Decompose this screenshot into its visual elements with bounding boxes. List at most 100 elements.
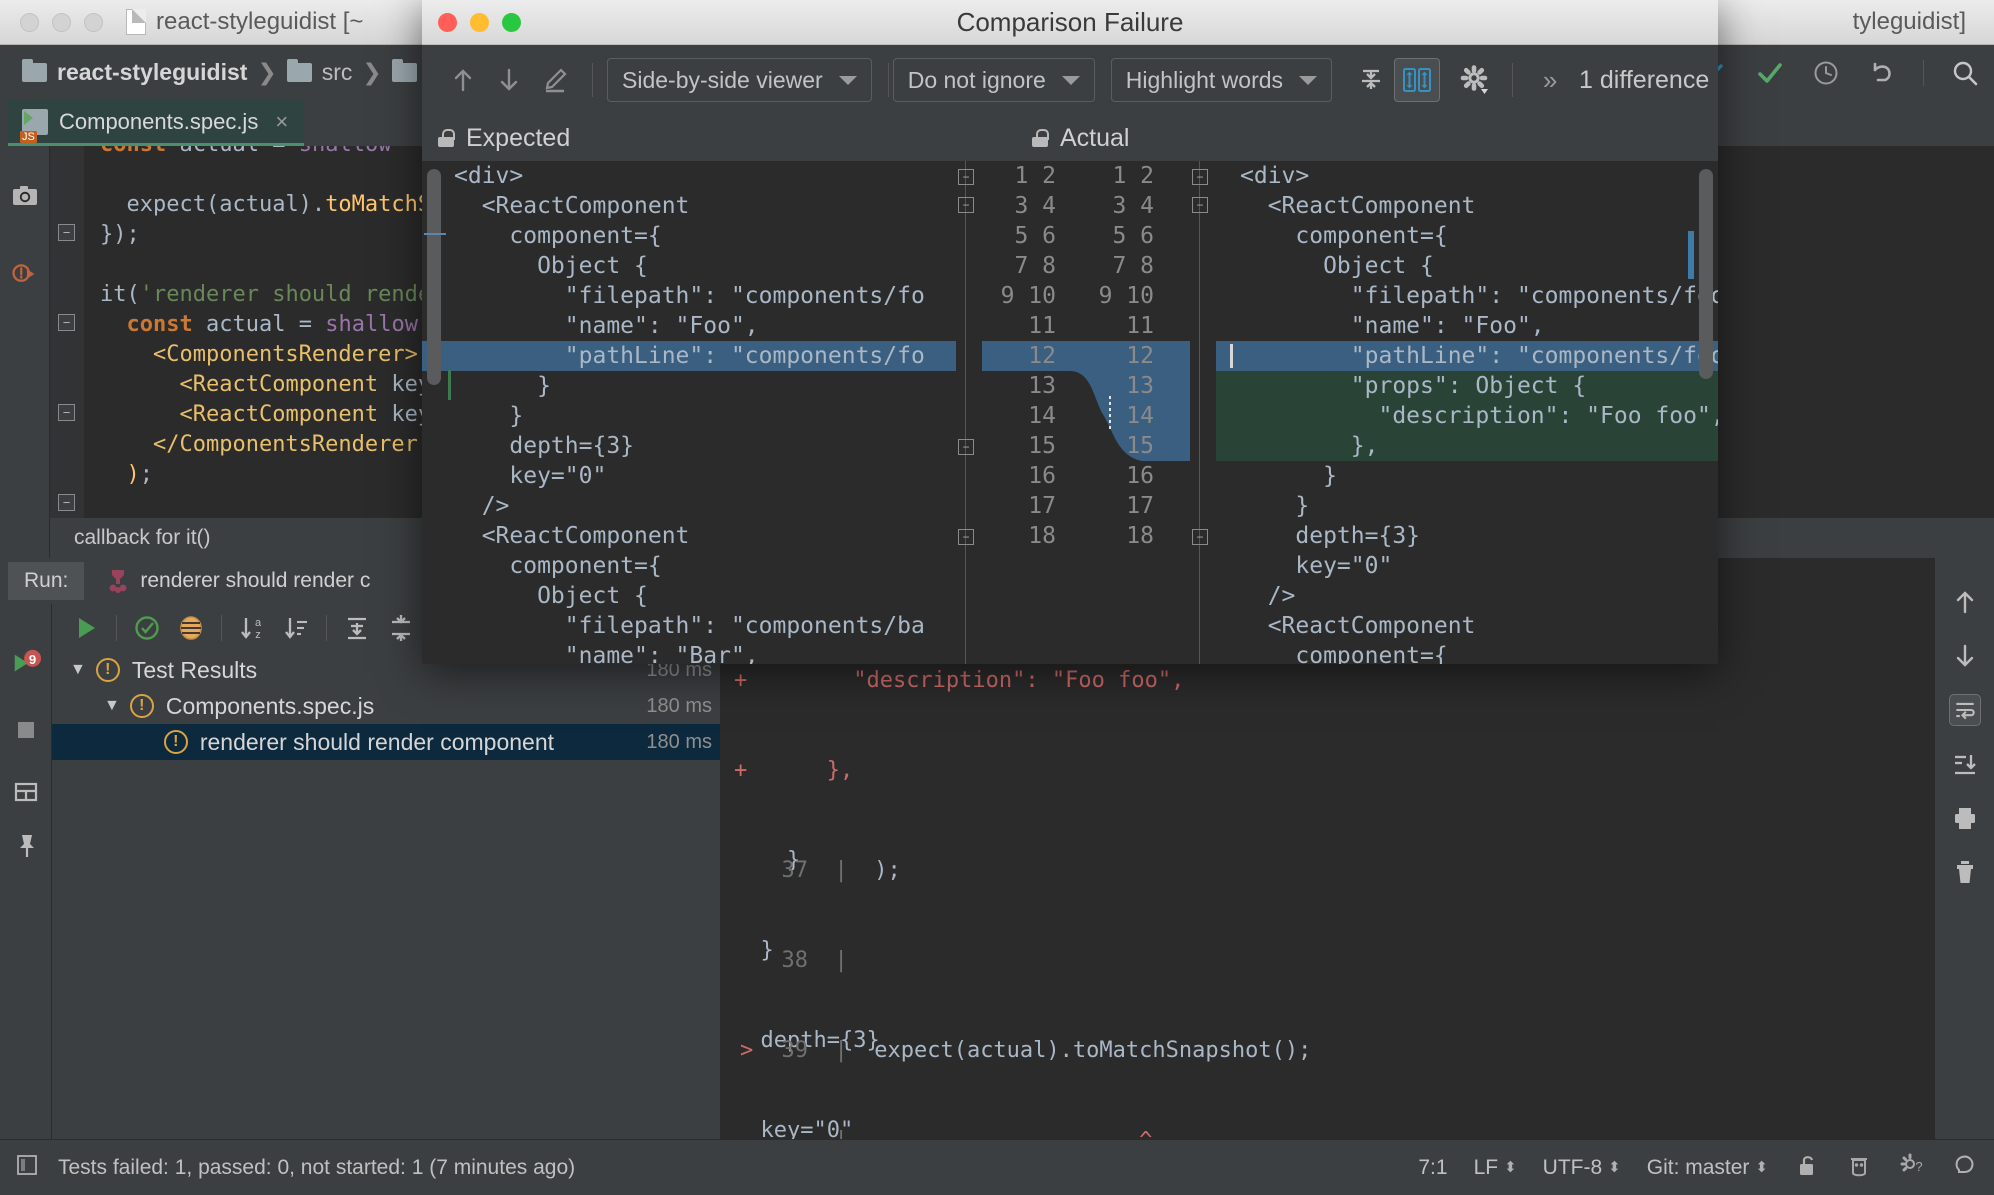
status-bar-toggle-icon[interactable] [14, 1152, 40, 1184]
caret-marker [424, 233, 446, 235]
run-test-with-error-icon[interactable] [9, 258, 41, 290]
diff-center-gutter: 1 2 3 4 5 6 7 8 9 10 11 12 13 14 15 16 1… [982, 161, 1190, 664]
actual-fold-gutter[interactable]: − − − [1190, 161, 1216, 664]
actual-pane-scrollbar[interactable] [1699, 169, 1713, 379]
pin-icon[interactable] [10, 830, 42, 862]
editor-code-text[interactable]: const actual = shallow expect(actual).to… [100, 146, 431, 490]
fold-marker[interactable]: − [958, 439, 974, 455]
rerun-debug-icon[interactable]: 9 [10, 648, 42, 680]
close-button[interactable] [20, 12, 39, 32]
editor-tab-components-spec[interactable]: Components.spec.js × [8, 100, 305, 146]
rerun-tests-icon[interactable] [64, 608, 108, 648]
breadcrumb-label: src [321, 59, 353, 85]
folder-icon [22, 59, 47, 82]
fold-marker[interactable]: − [58, 404, 75, 421]
up-arrow-icon[interactable] [1949, 586, 1981, 618]
print-icon[interactable] [1949, 802, 1981, 834]
editor-gutter[interactable]: − − − − [50, 146, 84, 518]
breadcrumb-item-src[interactable]: src [286, 59, 353, 86]
divider [592, 63, 593, 97]
undo-icon[interactable] [1867, 58, 1897, 88]
down-arrow-icon[interactable] [1949, 640, 1981, 672]
fold-marker[interactable]: − [1192, 197, 1208, 213]
actual-code-text[interactable]: <div> <ReactComponent component={ Object… [1240, 161, 1718, 664]
fold-marker[interactable]: − [1192, 169, 1208, 185]
git-branch-selector[interactable]: Git: master ⬍ [1647, 1156, 1768, 1180]
console-code-snippet: 37 | ); 38 | >39 | expect(actual).toMatc… [740, 796, 1311, 1139]
whitespace-mode-label: Do not ignore [907, 66, 1046, 93]
change-marker [448, 370, 451, 400]
jest-icon [109, 570, 127, 593]
collapse-all-icon[interactable] [379, 608, 423, 648]
expected-fold-gutter[interactable]: − − − − [956, 161, 982, 664]
notifications-icon[interactable] [1952, 1152, 1978, 1184]
fold-marker[interactable]: − [958, 169, 974, 185]
sort-alphabetically-icon[interactable]: az [230, 608, 274, 648]
synchronize-scroll-icon[interactable] [1394, 58, 1441, 102]
divider [326, 615, 327, 641]
fold-marker[interactable]: − [58, 314, 75, 331]
breadcrumb-item-project[interactable]: react-styleguidist [22, 59, 247, 86]
diff-toolbar: Side-by-side viewer Do not ignore Highli… [422, 45, 1718, 115]
snippet-caret: ^ [861, 1128, 1152, 1139]
tree-row-components-spec[interactable]: ▼ ! Components.spec.js 180 ms [52, 688, 720, 724]
stop-icon[interactable] [10, 714, 42, 746]
chevron-down-icon [838, 75, 857, 85]
tree-row-duration: 180 ms [646, 694, 712, 717]
main-window-traffic-lights[interactable] [20, 12, 103, 32]
highlight-mode-dropdown[interactable]: Highlight words [1110, 58, 1333, 102]
console-line: }, [747, 758, 854, 783]
history-clock-icon[interactable] [1811, 58, 1841, 88]
show-passed-tests-icon[interactable] [125, 608, 169, 648]
chevron-updown-icon: ⬍ [1755, 1159, 1768, 1176]
expected-diff-pane[interactable]: <div> <ReactComponent component={ Object… [422, 161, 956, 664]
soft-wrap-icon[interactable] [1949, 694, 1981, 726]
breadcrumb-item-next[interactable] [391, 59, 417, 82]
layout-toggle-icon[interactable] [10, 776, 42, 808]
down-arrow-icon[interactable] [486, 57, 532, 103]
test-results-tree[interactable]: ▼ ! Test Results 180 ms ▼ ! Components.s… [52, 652, 720, 1139]
breadcrumb-label: react-styleguidist [57, 59, 248, 85]
expected-pane-scrollbar[interactable] [427, 169, 441, 385]
tree-row-renderer-test[interactable]: ▼ ! renderer should render component 180… [52, 724, 720, 760]
collapse-unchanged-icon[interactable] [1348, 57, 1394, 103]
actual-diff-pane[interactable]: <div> <ReactComponent component={ Object… [1216, 161, 1718, 664]
fold-marker[interactable]: − [58, 224, 75, 241]
chevron-down-icon[interactable]: ▼ [70, 661, 86, 679]
run-configuration-tab[interactable]: renderer should render c [106, 568, 370, 594]
search-icon[interactable] [1950, 58, 1980, 88]
camera-icon[interactable] [9, 180, 41, 212]
whitespace-mode-dropdown[interactable]: Do not ignore [892, 58, 1095, 102]
fold-marker[interactable]: − [58, 494, 75, 511]
expand-all-icon[interactable] [335, 608, 379, 648]
inspector-icon[interactable] [1846, 1151, 1872, 1185]
scroll-to-end-icon[interactable] [1949, 748, 1981, 780]
diff-plus-marker: + [734, 668, 748, 693]
line-separator-selector[interactable]: LF ⬍ [1474, 1156, 1517, 1180]
up-arrow-icon[interactable] [440, 57, 486, 103]
comparison-failure-dialog[interactable]: Comparison Failure Side-by-side viewer D… [422, 0, 1718, 664]
sort-by-duration-icon[interactable] [274, 608, 318, 648]
zoom-button[interactable] [84, 12, 103, 32]
minimize-button[interactable] [52, 12, 71, 32]
lock-open-icon[interactable] [1794, 1152, 1820, 1184]
check-icon[interactable] [1755, 58, 1785, 88]
chevron-down-icon[interactable]: ▼ [104, 697, 120, 715]
fold-marker[interactable]: − [958, 197, 974, 213]
folder-icon [286, 59, 312, 82]
expected-code-text[interactable]: <div> <ReactComponent component={ Object… [454, 161, 925, 664]
close-icon[interactable]: × [275, 109, 288, 135]
error-line-marker: > [740, 1038, 754, 1063]
trash-icon[interactable] [1949, 856, 1981, 888]
settings-help-icon[interactable]: ? [1898, 1151, 1926, 1185]
show-ignored-tests-icon[interactable] [169, 608, 213, 648]
svg-text:9: 9 [29, 652, 36, 667]
viewer-mode-dropdown[interactable]: Side-by-side viewer [607, 58, 872, 102]
fold-marker[interactable]: − [958, 529, 974, 545]
encoding-selector[interactable]: UTF-8 ⬍ [1543, 1156, 1621, 1180]
pencil-icon[interactable] [532, 57, 578, 103]
caret-position[interactable]: 7:1 [1418, 1156, 1447, 1180]
fold-marker[interactable]: − [1192, 529, 1208, 545]
gear-icon[interactable] [1452, 57, 1498, 103]
chevron-double-right-icon[interactable]: » [1527, 57, 1573, 103]
